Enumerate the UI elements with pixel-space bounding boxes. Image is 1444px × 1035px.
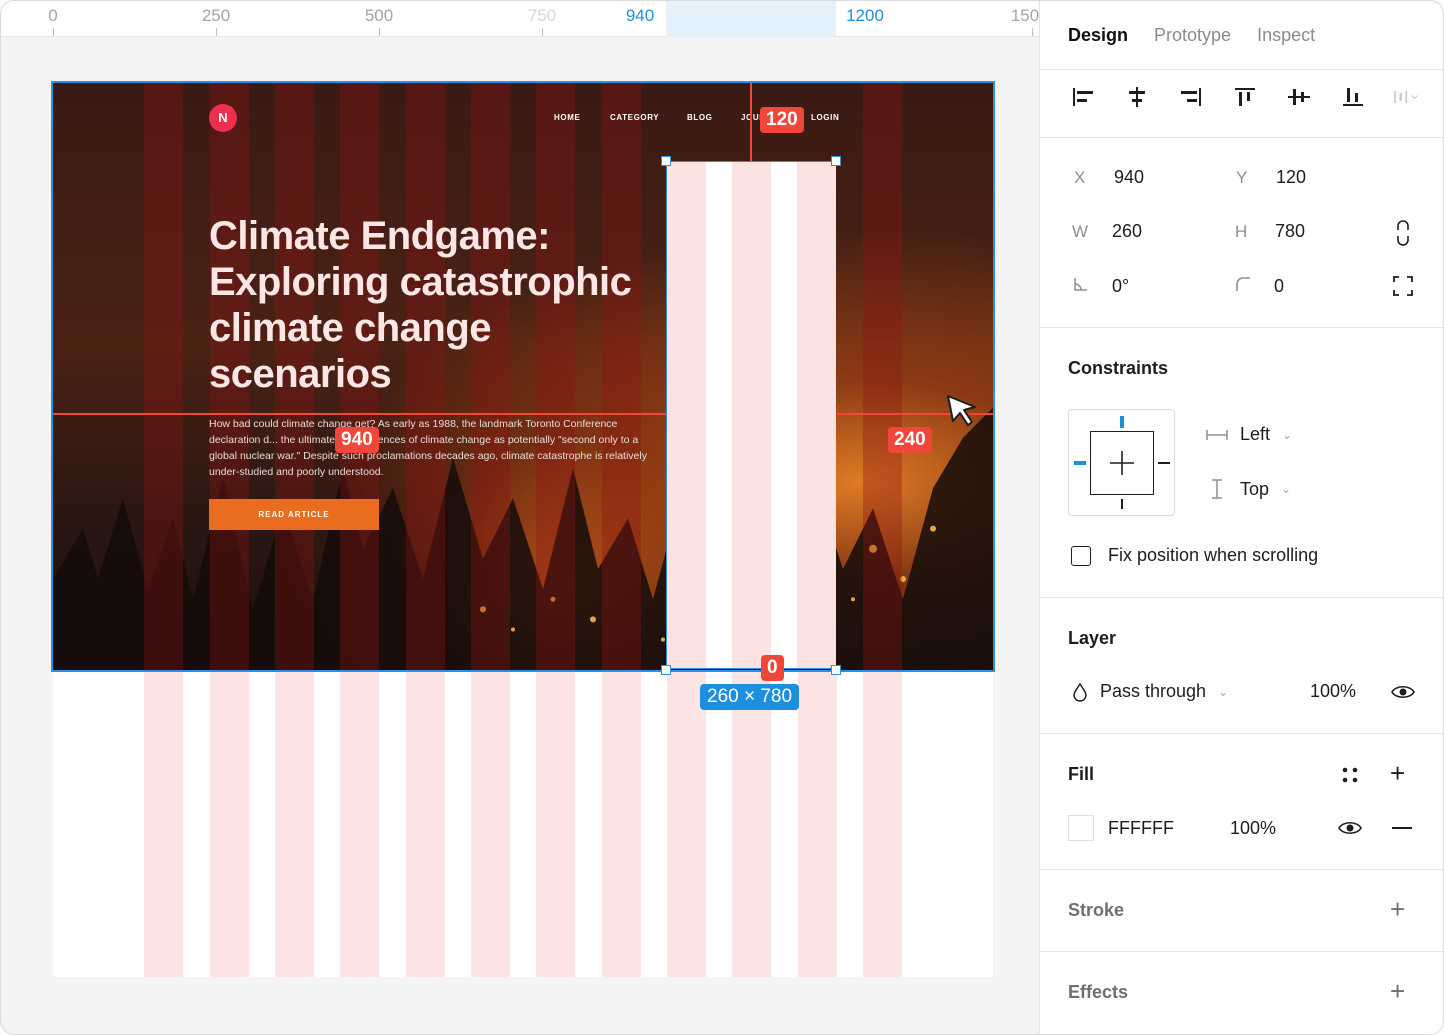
- resize-handle-top-left[interactable]: [661, 156, 671, 166]
- chevron-down-icon: ⌄: [1281, 482, 1292, 496]
- distribute-dropdown-icon[interactable]: [1392, 83, 1422, 111]
- horizontal-constraint-icon: [1206, 429, 1228, 440]
- constraint-top-active[interactable]: [1120, 416, 1124, 428]
- rotation-value: 0°: [1112, 276, 1130, 296]
- measure-badge-left: 940: [335, 427, 379, 453]
- hero-title: Climate Endgame: Exploring catastrophic …: [209, 214, 632, 396]
- canvas[interactable]: N HOME CATEGORY BLOG JOUR LOGIN Climate …: [1, 38, 1039, 1034]
- height-value: 780: [1275, 221, 1306, 241]
- corner-radius-field[interactable]: 0: [1234, 275, 1284, 298]
- align-right-icon[interactable]: [1176, 83, 1206, 111]
- nav-home: HOME: [554, 113, 581, 122]
- horizontal-constraint-dropdown[interactable]: Left ⌄: [1206, 424, 1292, 445]
- layer-opacity[interactable]: 100%: [1310, 681, 1356, 702]
- nav-login: LOGIN: [811, 113, 840, 122]
- hero-body-text: How bad could climate change get? As ear…: [209, 418, 647, 478]
- align-top-icon[interactable]: [1230, 83, 1260, 111]
- align-bottom-icon[interactable]: [1338, 83, 1368, 111]
- resize-handle-bottom-right[interactable]: [831, 665, 841, 675]
- y-field[interactable]: Y 120: [1236, 167, 1306, 188]
- selection-size-badge: 260 × 780: [700, 684, 800, 710]
- constraint-frame: [1090, 431, 1154, 495]
- stroke-title: Stroke: [1068, 900, 1125, 920]
- align-vertical-center-icon[interactable]: [1284, 83, 1314, 111]
- nav-category: CATEGORY: [610, 113, 660, 122]
- panel-tabs: Design Prototype Inspect: [1068, 25, 1315, 46]
- chevron-down-icon: ⌄: [1218, 684, 1229, 699]
- layer-visibility-eye-icon[interactable]: [1390, 683, 1416, 706]
- corner-radius-icon: [1234, 275, 1274, 298]
- ruler-tick-selection-end: 1200: [846, 6, 884, 25]
- align-horizontal-center-icon[interactable]: [1122, 83, 1152, 111]
- properties-panel: Design Prototype Inspect X 940 Y 120 W 2…: [1039, 1, 1443, 1034]
- ruler-tick: 0: [48, 6, 58, 25]
- read-article-button: READ ARTICLE: [209, 499, 379, 530]
- vertical-constraint-dropdown[interactable]: Top ⌄: [1206, 478, 1291, 500]
- constraint-left-active[interactable]: [1074, 461, 1086, 465]
- measure-badge-top: 120: [760, 107, 804, 133]
- tab-inspect[interactable]: Inspect: [1257, 25, 1315, 46]
- measure-line-left: [53, 413, 666, 415]
- height-field[interactable]: H 780: [1235, 221, 1305, 242]
- alignment-toolbar: [1068, 83, 1422, 111]
- measure-line-top: [750, 83, 752, 161]
- ruler-tick: 500: [364, 6, 394, 25]
- mouse-cursor-icon: [947, 395, 976, 426]
- independent-corners-icon[interactable]: [1392, 275, 1414, 302]
- ruler-selection-range: [666, 1, 836, 37]
- chevron-down-icon: ⌄: [1282, 427, 1293, 442]
- constraint-right[interactable]: [1158, 462, 1170, 464]
- fix-position-label: Fix position when scrolling: [1108, 545, 1319, 565]
- vertical-constraint-icon: [1212, 479, 1222, 499]
- ruler-tick: 150: [1010, 6, 1040, 25]
- fill-hex-value[interactable]: FFFFFF: [1108, 818, 1174, 839]
- resize-handle-top-right[interactable]: [831, 156, 841, 166]
- rotation-field[interactable]: 0°: [1072, 275, 1129, 298]
- resize-handle-bottom-left[interactable]: [661, 665, 671, 675]
- x-value: 940: [1114, 167, 1145, 187]
- layer-title: Layer: [1068, 628, 1117, 648]
- fill-visibility-eye-icon[interactable]: [1337, 819, 1363, 842]
- align-left-icon[interactable]: [1068, 83, 1098, 111]
- ruler-tick: 750: [527, 6, 557, 25]
- add-effect-plus-icon[interactable]: +: [1390, 978, 1405, 1004]
- measure-badge-bottom: 0: [761, 655, 784, 681]
- rotation-icon: [1072, 275, 1112, 298]
- width-field[interactable]: W 260: [1072, 221, 1142, 242]
- horizontal-ruler[interactable]: 0 250 500 750 940 1200 150: [1, 1, 1039, 37]
- effects-title: Effects: [1068, 982, 1129, 1002]
- nav-blog: BLOG: [687, 113, 713, 122]
- add-stroke-plus-icon[interactable]: +: [1390, 896, 1405, 922]
- fill-opacity[interactable]: 100%: [1230, 818, 1276, 839]
- remove-fill-minus-icon[interactable]: [1392, 827, 1412, 829]
- figma-window: 0 250 500 750 940 1200 150 N HOME CATEGO…: [0, 0, 1444, 1035]
- page-lower-area: [53, 671, 993, 977]
- blend-mode-dropdown[interactable]: Pass through ⌄: [1072, 681, 1228, 702]
- ruler-tick: 250: [201, 6, 231, 25]
- y-value: 120: [1276, 167, 1307, 187]
- site-logo: N: [209, 104, 237, 132]
- tab-prototype[interactable]: Prototype: [1154, 25, 1231, 46]
- constraints-title: Constraints: [1068, 358, 1169, 378]
- blend-mode-icon: [1073, 682, 1087, 702]
- tab-design[interactable]: Design: [1068, 25, 1128, 46]
- constraint-bottom[interactable]: [1121, 499, 1123, 509]
- add-fill-plus-icon[interactable]: +: [1390, 760, 1405, 786]
- measure-badge-right: 240: [888, 427, 932, 453]
- x-field[interactable]: X 940: [1074, 167, 1144, 188]
- fill-color-swatch[interactable]: [1068, 815, 1094, 841]
- fill-styles-icon[interactable]: [1340, 765, 1360, 790]
- selected-column-rectangle[interactable]: [666, 161, 836, 669]
- corner-radius-value: 0: [1274, 276, 1285, 296]
- fill-title: Fill: [1068, 764, 1094, 784]
- constraints-widget[interactable]: [1068, 409, 1175, 516]
- width-value: 260: [1112, 221, 1143, 241]
- hero-artboard[interactable]: N HOME CATEGORY BLOG JOUR LOGIN Climate …: [53, 83, 993, 670]
- constrain-proportions-icon[interactable]: [1392, 219, 1414, 252]
- ruler-tick-selection-start: 940: [625, 6, 655, 25]
- fix-position-checkbox[interactable]: [1071, 546, 1091, 566]
